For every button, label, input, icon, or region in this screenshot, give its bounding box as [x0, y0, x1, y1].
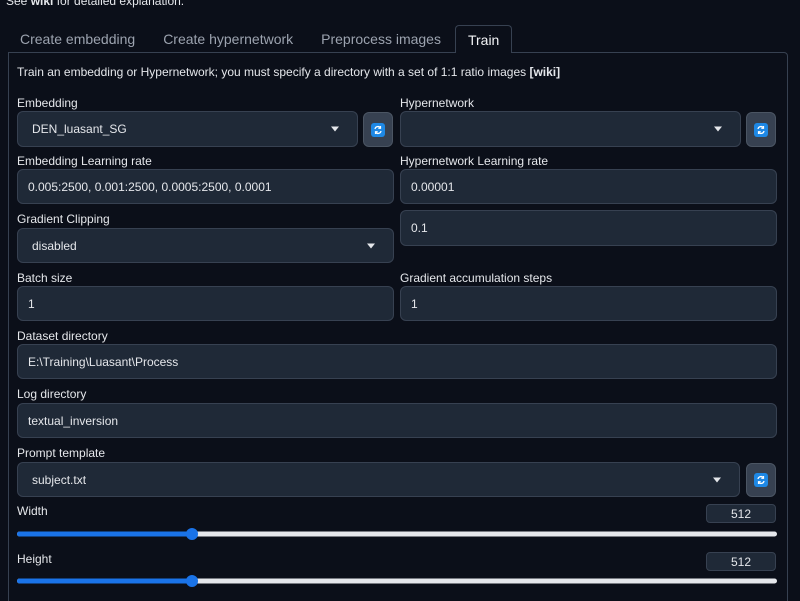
width-slider-thumb[interactable] [185, 528, 198, 540]
chevron-down-icon [713, 477, 721, 482]
grad-accum-value: 1 [411, 296, 418, 311]
embedding-dropdown[interactable]: DEN_luasant_SG [17, 111, 358, 147]
chevron-down-icon [714, 126, 722, 132]
height-label: Height [17, 552, 52, 566]
train-description: Train an embedding or Hypernetwork; you … [17, 65, 560, 79]
height-value: 512 [730, 554, 752, 569]
wiki-note-suffix: for detailed explanation. [53, 0, 185, 8]
description-wiki-link[interactable]: [wiki] [529, 65, 560, 79]
batch-size-value: 1 [28, 296, 35, 311]
embedding-lr-value: 0.005:2500, 0.001:2500, 0.0005:2500, 0.0… [28, 179, 272, 194]
refresh-icon [754, 122, 768, 137]
width-slider[interactable] [17, 528, 777, 540]
refresh-icon [371, 122, 385, 137]
gradient-clip-value-input[interactable]: 0.1 [400, 210, 777, 246]
grad-accum-label: Gradient accumulation steps [400, 271, 553, 285]
height-slider-fill [17, 578, 192, 584]
width-number-input[interactable]: 512 [706, 504, 776, 523]
embedding-lr-input[interactable]: 0.005:2500, 0.001:2500, 0.0005:2500, 0.0… [17, 169, 394, 204]
gradient-clipping-dropdown[interactable]: disabled [17, 228, 394, 263]
grad-accum-input[interactable]: 1 [400, 286, 777, 321]
wiki-link[interactable]: wiki [31, 0, 54, 8]
dataset-dir-label: Dataset directory [17, 329, 108, 343]
embedding-value: DEN_luasant_SG [32, 122, 127, 136]
hypernetwork-dropdown[interactable] [400, 111, 741, 147]
batch-size-label: Batch size [17, 271, 73, 285]
hypernetwork-refresh-button[interactable] [746, 112, 776, 147]
log-dir-label: Log directory [17, 387, 87, 401]
tab-bar: Create embedding Create hypernetwork Pre… [8, 25, 800, 53]
width-value: 512 [730, 506, 752, 521]
prompt-template-value: subject.txt [32, 472, 87, 487]
dataset-dir-value: E:\Training\Luasant\Process [28, 354, 179, 369]
gradient-clipping-value: disabled [32, 238, 77, 253]
refresh-icon [754, 473, 768, 487]
wiki-note-prefix: See [6, 0, 31, 8]
tab-create-embedding[interactable]: Create embedding [8, 25, 147, 53]
gradient-clip-value: 0.1 [411, 221, 428, 235]
chevron-down-icon [367, 243, 375, 248]
batch-size-input[interactable]: 1 [17, 286, 394, 321]
hypernetwork-lr-value: 0.00001 [411, 179, 455, 194]
dataset-dir-input[interactable]: E:\Training\Luasant\Process [17, 344, 777, 379]
log-dir-value: textual_inversion [28, 413, 119, 428]
tab-preprocess-images[interactable]: Preprocess images [309, 25, 453, 53]
wiki-note: See wiki for detailed explanation. [6, 0, 184, 8]
hypernetwork-lr-label: Hypernetwork Learning rate [400, 154, 549, 168]
prompt-template-refresh-button[interactable] [746, 463, 776, 497]
chevron-down-icon [331, 126, 339, 132]
height-slider-thumb[interactable] [185, 575, 198, 587]
width-label: Width [17, 504, 48, 518]
embedding-lr-label: Embedding Learning rate [17, 154, 152, 168]
tab-create-hypernetwork[interactable]: Create hypernetwork [151, 25, 305, 53]
embedding-label: Embedding [17, 96, 78, 110]
gradient-clipping-label: Gradient Clipping [17, 212, 110, 226]
log-dir-input[interactable]: textual_inversion [17, 403, 777, 438]
prompt-template-label: Prompt template [17, 446, 106, 460]
height-slider[interactable] [17, 575, 777, 587]
height-number-input[interactable]: 512 [706, 552, 776, 571]
width-slider-fill [17, 531, 192, 537]
tab-train[interactable]: Train [454, 25, 513, 53]
hypernetwork-lr-input[interactable]: 0.00001 [400, 169, 777, 204]
description-text: Train an embedding or Hypernetwork; you … [17, 65, 530, 79]
prompt-template-dropdown[interactable]: subject.txt [17, 462, 740, 497]
hypernetwork-label: Hypernetwork [400, 96, 475, 110]
embedding-refresh-button[interactable] [363, 112, 393, 147]
